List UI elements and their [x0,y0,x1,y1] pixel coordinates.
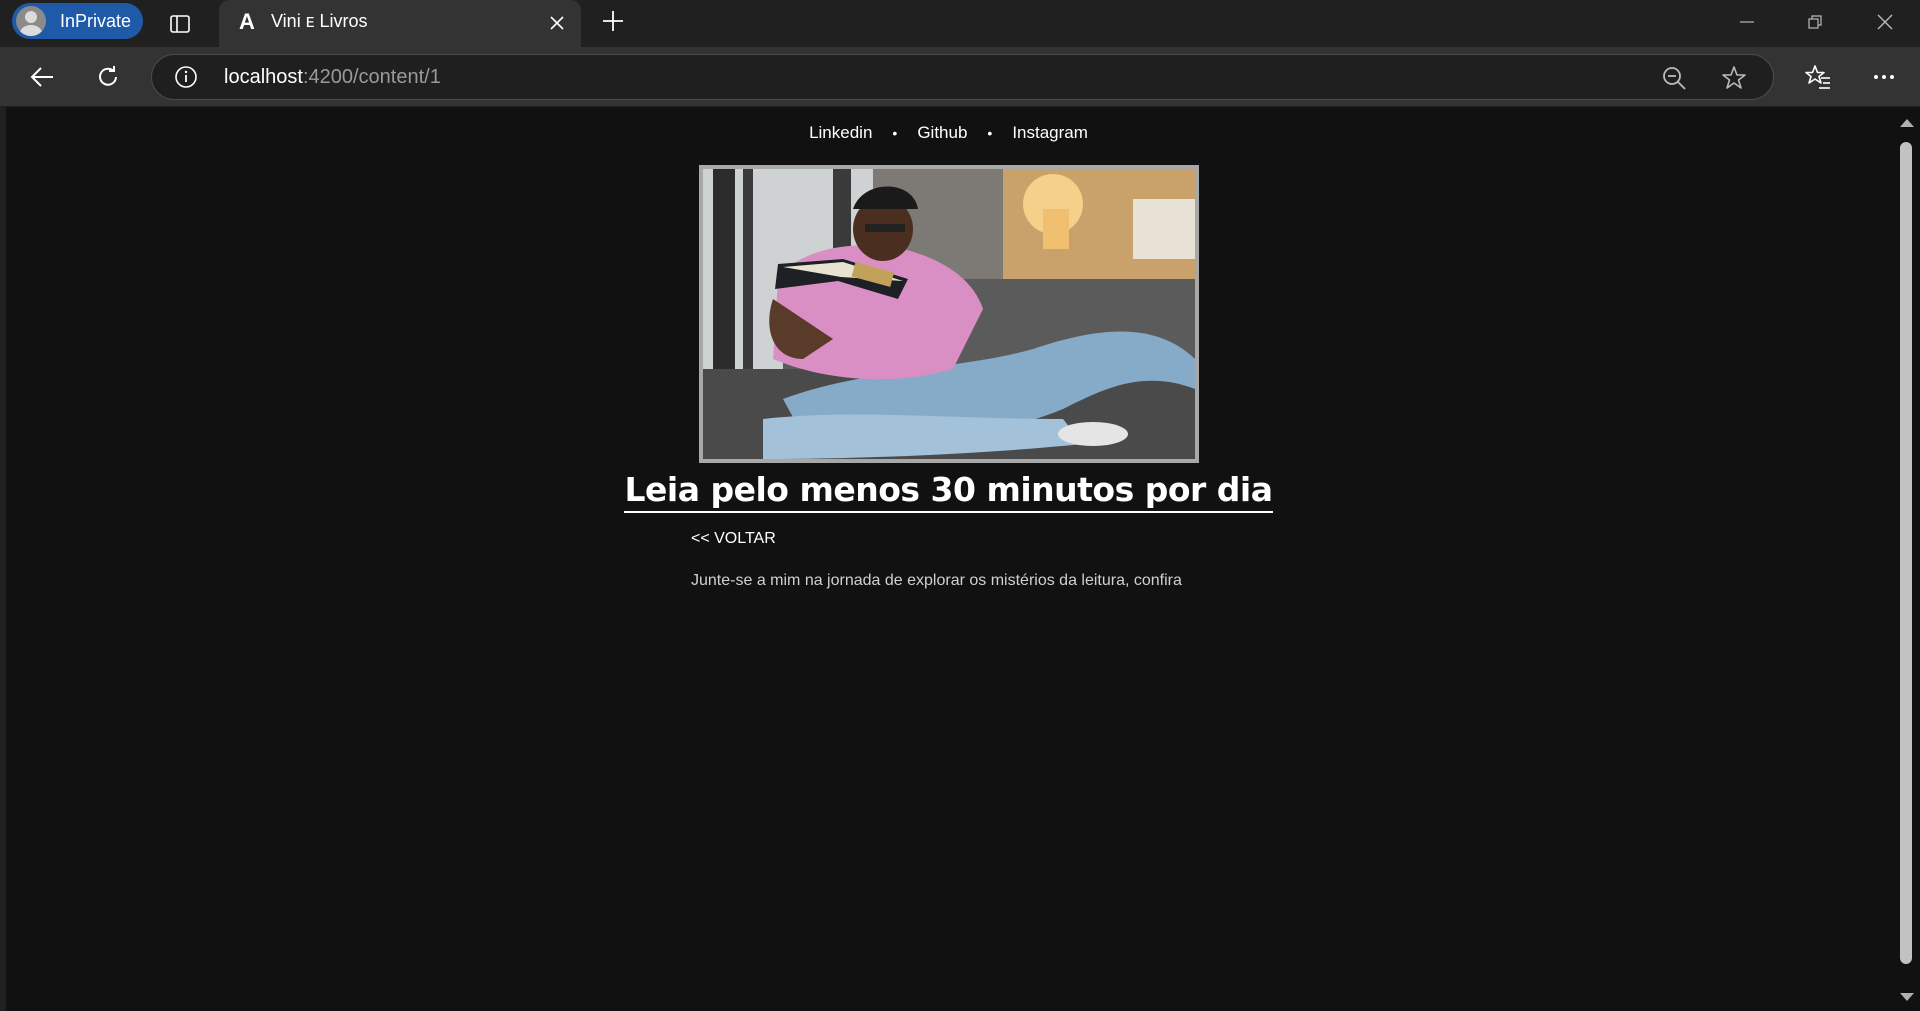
new-tab-button[interactable] [598,6,628,36]
refresh-icon [99,66,117,86]
plus-icon [603,11,623,31]
separator-dot: • [987,125,993,141]
refresh-button[interactable] [88,57,128,97]
more-icon [1874,75,1894,79]
tab-active[interactable]: A Vini ᴇ Livros [219,0,581,47]
tab-actions-icon [170,15,190,33]
separator-dot: • [892,125,898,141]
scroll-down-arrow-icon[interactable] [1900,993,1914,1001]
scrollbar-thumb[interactable] [1900,142,1912,964]
close-window-button[interactable] [1855,0,1915,44]
zoom-out-icon[interactable] [1660,64,1688,92]
page-viewport: Linkedin • Github • Instagram Leia pelo … [6,107,1891,1011]
social-nav: Linkedin • Github • Instagram [6,123,1891,143]
browser-toolbar: localhost:4200/content/1 [0,47,1920,106]
hero-image [699,165,1199,463]
more-options-button[interactable] [1869,62,1899,92]
inprivate-profile-button[interactable]: InPrivate [12,3,143,39]
arrow-left-icon [30,67,53,87]
vertical-scrollbar[interactable] [1891,107,1920,1011]
page-headline-wrapper: Leia pelo menos 30 minutos por dia [6,470,1891,513]
tab-actions-button[interactable] [165,9,195,39]
favorites-icon [1805,65,1830,89]
scroll-up-arrow-icon[interactable] [1900,119,1914,127]
url-host: localhost [224,66,303,88]
page-title: Leia pelo menos 30 minutos por dia [623,470,1274,513]
intro-text: Junte-se a mim na jornada de explorar os… [691,572,1182,589]
minimize-icon [1740,21,1754,23]
star-icon[interactable] [1720,64,1748,92]
favorites-button[interactable] [1803,62,1833,92]
url-text[interactable]: localhost:4200/content/1 [224,66,441,89]
info-icon[interactable] [174,65,198,89]
linkedin-link[interactable]: Linkedin [809,123,872,143]
restore-button[interactable] [1785,0,1845,44]
restore-icon [1808,15,1822,29]
tab-close-button[interactable] [544,10,570,36]
close-window-icon [1877,14,1893,30]
angular-favicon-icon: A [239,9,255,34]
close-icon [550,16,564,30]
inprivate-label: InPrivate [60,10,132,31]
minimize-button[interactable] [1717,0,1777,44]
github-link[interactable]: Github [917,123,967,143]
man-reading-book-image [703,169,1195,459]
url-path: :4200/content/1 [302,66,441,88]
avatar-icon [16,6,46,36]
tab-title: Vini ᴇ Livros [271,11,368,31]
tab-strip: InPrivate A Vini ᴇ Livros [0,0,1920,47]
instagram-link[interactable]: Instagram [1012,123,1088,143]
address-bar[interactable]: localhost:4200/content/1 [151,54,1774,100]
back-link[interactable]: << VOLTAR [691,530,776,548]
back-button[interactable] [22,57,62,97]
